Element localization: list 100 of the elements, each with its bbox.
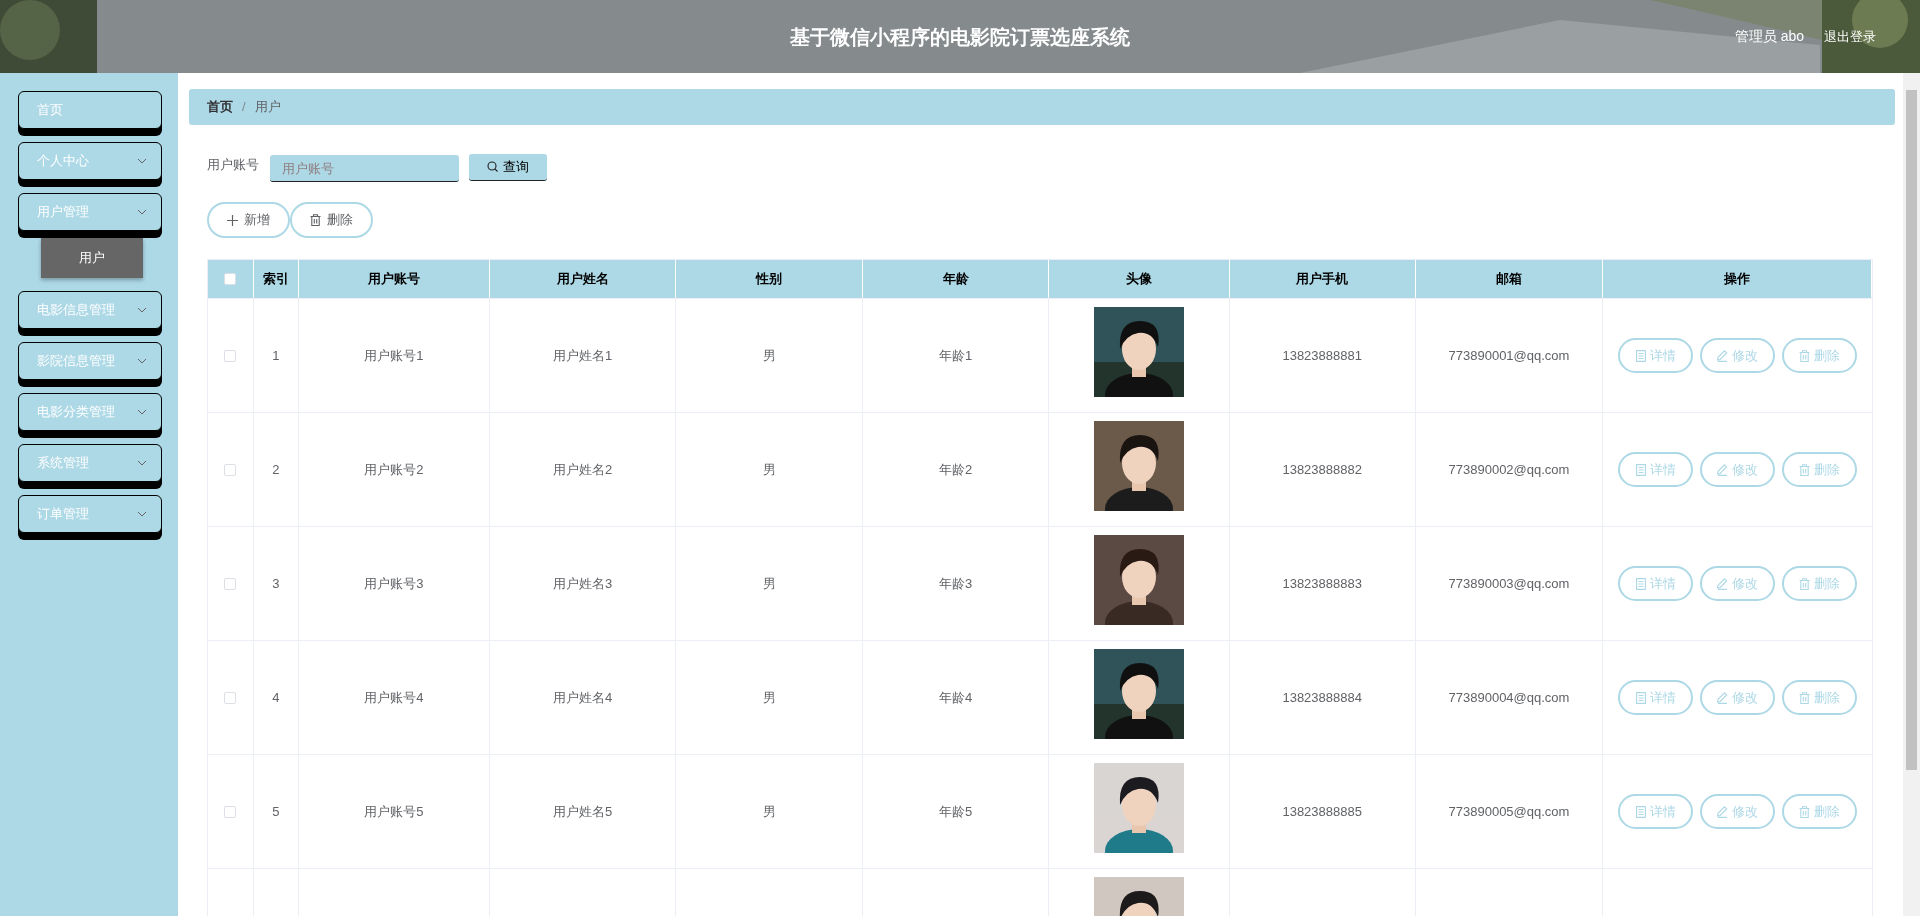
row-checkbox[interactable] [224,691,237,704]
trash-icon [1799,577,1811,590]
pencil-icon [1717,577,1729,590]
detail-button[interactable]: 详情 [1618,794,1694,829]
chevron-down-icon [137,358,147,364]
table-cell-text: 用户姓名4 [552,688,613,707]
search-field[interactable]: 用户账号 [270,155,459,182]
table-cell-text: 773890003@qq.com [1448,574,1570,593]
delete-button[interactable]: 删除 [1782,794,1858,829]
edit-button[interactable]: 修改 [1700,338,1776,373]
table-cell-text: 用户账号1 [364,346,424,365]
column-header: 用户手机 [1229,260,1416,298]
logout-link[interactable]: 退出登录 [1824,26,1876,47]
delete-button[interactable]: 删除 [1782,452,1858,487]
row-checkbox[interactable] [224,577,237,590]
table-cell-text: 男 [762,460,776,479]
document-icon [1635,691,1646,704]
chevron-down-icon [137,307,147,313]
chevron-down-icon [137,158,147,164]
trash-icon [1799,691,1811,704]
row-checkbox[interactable] [224,805,237,818]
table-cell-text: 用户账号3 [364,574,424,593]
document-icon [1635,577,1646,590]
table-cell-text: 13823888885 [1282,802,1362,821]
table-cell-text: 5 [272,802,280,821]
table-cell-text: 773890002@qq.com [1448,460,1570,479]
chevron-down-icon [137,511,147,517]
row-checkbox[interactable] [224,463,237,476]
column-header: 用户账号 [298,260,490,298]
table-cell-text: 2 [272,460,280,479]
delete-button[interactable]: 删除 [1782,338,1858,373]
trash-icon [310,214,321,226]
plus-icon [227,214,238,226]
table-cell-text: 773890004@qq.com [1448,688,1570,707]
search-button[interactable]: 查询 [469,153,547,181]
delete-button[interactable]: 删除 [1782,566,1858,601]
table-cell-text: 年龄3 [939,574,973,593]
document-icon [1635,349,1646,362]
detail-button[interactable]: 详情 [1618,680,1694,715]
app-title: 基于微信小程序的电影院订票选座系统 [790,24,1130,50]
table-cell-text: 年龄2 [939,460,973,479]
column-header: 年龄 [863,260,1049,298]
pencil-icon [1717,349,1729,362]
table-cell-text: 年龄5 [939,802,973,821]
column-header: 索引 [253,260,299,298]
chevron-down-icon [137,460,147,466]
submenu-item[interactable]: 用户 [41,238,143,278]
trash-icon [1799,463,1811,476]
breadcrumb-link[interactable]: 用户 [254,97,281,117]
edit-button[interactable]: 修改 [1700,680,1776,715]
add-button[interactable]: 新增 [207,202,290,238]
document-icon [1635,805,1646,818]
trash-icon [1799,349,1811,362]
admin-name: 管理员 abo [1734,27,1804,46]
table-cell-text: 用户姓名1 [552,346,613,365]
column-header: 性别 [676,260,864,298]
breadcrumb-link[interactable]: 首页 [207,97,233,117]
table-cell-text: 男 [762,688,776,707]
pencil-icon [1717,691,1729,704]
table-cell-text: 年龄4 [939,688,973,707]
edit-button[interactable]: 修改 [1700,566,1776,601]
table-cell-text: 年龄1 [939,346,973,365]
column-header: 头像 [1049,260,1230,298]
chevron-down-icon [137,409,147,415]
detail-button[interactable]: 详情 [1618,566,1694,601]
chevron-down-icon [137,209,147,215]
table-cell-text: 773890005@qq.com [1448,802,1570,821]
column-header: 用户姓名 [489,260,677,298]
table-cell-text: 1 [272,346,280,365]
table-cell-text: 用户姓名5 [552,802,613,821]
table-cell-text: 用户账号4 [364,688,424,707]
column-header: 邮箱 [1415,260,1604,298]
table-cell-text: 男 [762,802,776,821]
table-cell-text: 13823888882 [1282,460,1362,479]
row-checkbox[interactable] [224,349,237,362]
table-cell-text: 13823888881 [1282,346,1362,365]
scrollbar[interactable] [1903,73,1920,916]
pencil-icon [1717,805,1729,818]
edit-button[interactable]: 修改 [1700,452,1776,487]
detail-button[interactable]: 详情 [1618,452,1694,487]
table-cell-text: 13823888883 [1282,574,1362,593]
search-icon [487,161,498,172]
table-cell-text: 4 [272,688,280,707]
delete-button[interactable]: 删除 [290,202,373,238]
edit-button[interactable]: 修改 [1700,794,1776,829]
trash-icon [1799,805,1811,818]
delete-button[interactable]: 删除 [1782,680,1858,715]
table-cell-text: 用户姓名3 [552,574,613,593]
table-cell-text: 用户姓名2 [552,460,613,479]
column-header: 操作 [1603,260,1873,298]
table-cell-text: 3 [272,574,280,593]
table-cell-text: 用户账号2 [364,460,424,479]
detail-button[interactable]: 详情 [1618,338,1694,373]
select-all-checkbox[interactable] [224,273,237,285]
table-cell-text: 男 [762,346,776,365]
table-cell-text: 男 [762,574,776,593]
table-cell-text: 773890001@qq.com [1448,346,1570,365]
field-label: 用户账号 [207,155,259,174]
breadcrumb-separator: / [242,98,246,117]
document-icon [1635,463,1646,476]
